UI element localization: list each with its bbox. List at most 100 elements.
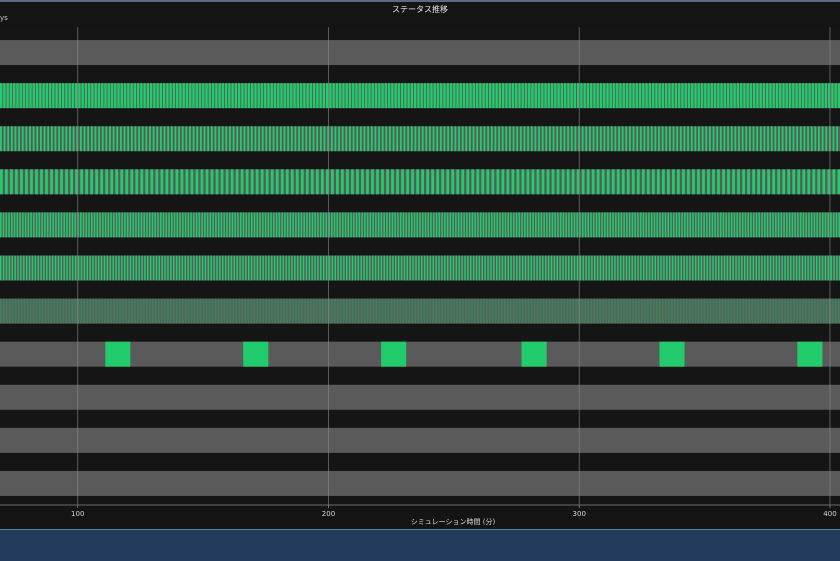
row-7-active-seg [221,299,222,324]
row-3-active-seg [265,126,267,151]
row-5-active-seg [640,212,642,237]
row-4-active-seg [276,169,279,194]
row-7-active-seg [215,299,216,324]
row-2-active-seg [711,83,713,108]
row-7-active-seg [803,299,804,324]
row-4-active-seg [416,169,419,194]
row-6-active-seg [424,256,425,281]
row-2-active-seg [460,83,462,108]
row-2-active-seg [398,83,400,108]
row-4-active-seg [752,169,755,194]
row-3-active-seg [811,126,813,151]
row-7-active-seg [8,299,9,324]
row-6-active-seg [153,256,154,281]
row-7-active-seg [776,299,777,324]
row-2-active-seg [450,83,452,108]
row-7-active-seg [87,299,88,324]
row-3-active-seg [527,126,529,151]
row-7-active-seg [820,299,821,324]
row-2-active-seg [724,83,726,108]
row-2-active-seg [111,83,113,108]
row-2-active-seg [818,83,820,108]
row-4-active-seg [211,169,214,194]
row-7-active-seg [193,299,194,324]
row-3-active-seg [571,126,573,151]
row-3-active-seg [240,126,242,151]
row-2-active-seg [623,83,625,108]
row-3-active-seg [331,126,333,151]
row-5-active-seg [323,212,325,237]
row-7-active-seg [51,299,52,324]
row-3-active-seg [338,126,340,151]
row-7-active-seg [525,299,526,324]
row-7-active-seg [263,299,264,324]
row-6-active-seg [430,256,431,281]
row-5-active-seg [0,212,2,237]
row-4-active-seg [406,169,409,194]
row-5-active-seg [306,212,308,237]
row-2-active-seg [156,83,158,108]
row-7-active-seg [809,299,810,324]
row-6-active-seg [551,256,552,281]
row-6-active-seg [533,256,534,281]
row-6-active-seg [360,256,361,281]
row-6-active-seg [251,256,252,281]
row-6-active-seg [626,256,627,281]
row-4-active-seg [50,169,53,194]
row-3-active-seg [309,126,311,151]
row-7-active-seg [663,299,664,324]
row-4-active-seg [642,169,645,194]
row-4-active-seg [140,169,143,194]
row-2-active-seg [665,83,667,108]
row-2-active-seg [362,83,364,108]
row-2-active-seg [642,83,644,108]
row-5-active-seg [320,212,322,237]
row-8-active-block [659,342,684,367]
row-7-active-seg [260,299,261,324]
row-2-active-seg [456,83,458,108]
row-3-active-seg [7,126,9,151]
row-7-active-seg [677,299,678,324]
row-3-active-seg [18,126,20,151]
row-7-active-seg [749,299,750,324]
row-7-active-seg [319,299,320,324]
row-4-active-seg [517,169,520,194]
row-7-active-seg [555,299,556,324]
row-7-active-seg [141,299,142,324]
row-6-active-seg [285,256,286,281]
row-3-active-seg [291,126,293,151]
row-10-idle-bar [0,428,840,453]
row-3-active-seg [258,126,260,151]
row-2-active-seg [346,83,348,108]
row-7-active-seg [83,299,84,324]
row-4-active-seg [286,169,289,194]
row-6-active-seg [761,256,762,281]
row-7-active-seg [72,299,73,324]
row-6-active-seg [320,256,321,281]
row-3-active-seg [720,126,722,151]
row-5-active-seg [33,212,35,237]
row-3-active-seg [491,126,493,151]
row-6-active-seg [458,256,459,281]
row-6-active-seg [326,256,327,281]
row-7-active-seg [447,299,448,324]
row-6-active-seg [274,256,275,281]
row-3-active-seg [189,126,191,151]
row-6-active-seg [444,256,445,281]
row-6-active-seg [161,256,162,281]
row-7-active-seg [463,299,464,324]
row-4-active-seg [466,169,469,194]
row-6-active-seg [655,256,656,281]
row-2-active-seg [189,83,191,108]
row-7-active-seg [509,299,510,324]
row-5-active-seg [94,212,96,237]
row-2-active-seg [91,83,93,108]
row-7-active-seg [120,299,121,324]
row-5-active-seg [276,212,278,237]
row-5-active-seg [593,212,595,237]
row-3-active-seg [251,126,253,151]
row-4-active-seg [476,169,479,194]
row-5-active-seg [378,212,380,237]
row-7-active-seg [581,299,582,324]
row-7-active-seg [552,299,553,324]
